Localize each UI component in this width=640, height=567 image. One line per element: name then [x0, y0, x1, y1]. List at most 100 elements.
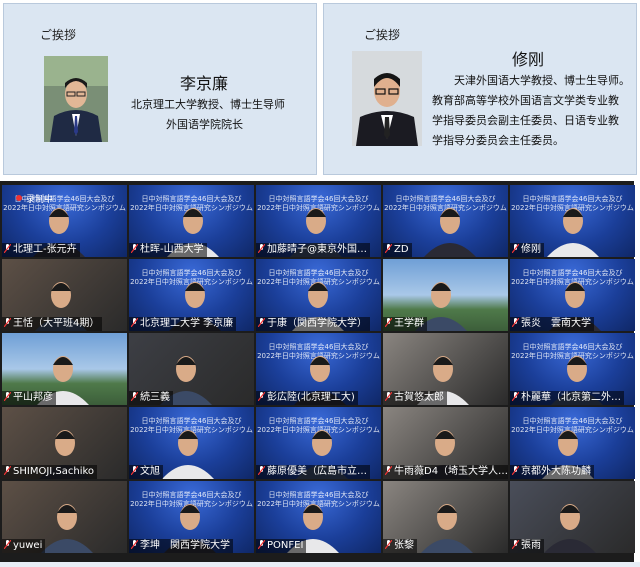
muted-mic-icon [4, 392, 11, 401]
participant-tile[interactable]: 日中対照言語学会46回大会及び 2022年日中対照言語研究シンポジウム 張炎 雲南大… [510, 259, 635, 331]
participant-name-label: 平山邦彦 [2, 391, 56, 405]
participant-name: 于康（関西学院大学） [267, 318, 367, 329]
muted-mic-icon [258, 318, 265, 327]
muted-mic-icon [512, 318, 519, 327]
participant-tile[interactable]: 日中対照言語学会46回大会及び 2022年日中対照言語研究シンポジウム 于康（関西学… [256, 259, 381, 331]
participant-name: 王学群 [394, 318, 424, 329]
participant-name-label: 彭広陸(北京理工大) [256, 391, 358, 405]
participant-tile[interactable]: 古賀悠太郎 [383, 333, 508, 405]
muted-mic-icon [258, 244, 265, 253]
participant-name: 牛雨薇D4（埼玉大学人… [394, 466, 508, 477]
participant-name-label: 于康（関西学院大学） [256, 317, 370, 331]
participant-name: 张黎 [394, 540, 414, 551]
participant-name-label: 李坤 関西学院大学 [129, 539, 233, 553]
muted-mic-icon [258, 466, 265, 475]
speaker-name: 修刚 [512, 50, 545, 69]
participant-name: 続三義 [140, 392, 170, 403]
muted-mic-icon [131, 466, 138, 475]
participant-name: 北京理工大学 李京廉 [140, 318, 234, 329]
participant-tile[interactable]: 日中対照言語学会46回大会及び 2022年日中対照言語研究シンポジウム 藤原優美（広… [256, 407, 381, 479]
participant-name-label: yuwei [2, 539, 46, 553]
speaker-title-line: 北京理工大学教授、博士生导师 [131, 98, 285, 111]
participant-name: 文旭 [140, 466, 160, 477]
participant-tile[interactable]: 日中対照言語学会46回大会及び 2022年日中対照言語研究シンポジウム 北理工-张元… [2, 185, 127, 257]
participant-name: 加藤晴子@東京外国… [267, 244, 367, 255]
muted-mic-icon [385, 540, 392, 549]
muted-mic-icon [512, 392, 519, 401]
participant-name-label: 藤原優美（広島市立… [256, 465, 370, 479]
participant-name: 李坤 関西学院大学 [140, 540, 230, 551]
participant-tile[interactable]: 日中対照言語学会46回大会及び 2022年日中対照言語研究シンポジウム PONFEI [256, 481, 381, 553]
participant-name-label: ZD [383, 243, 412, 257]
participant-name-label: 王恬（大平班4期） [2, 317, 103, 331]
participant-tile[interactable]: 日中対照言語学会46回大会及び 2022年日中対照言語研究シンポジウム 加藤晴子@東… [256, 185, 381, 257]
muted-mic-icon [131, 318, 138, 327]
participant-tile[interactable]: 日中対照言語学会46回大会及び 2022年日中対照言語研究シンポジウム 彭広陸(北京… [256, 333, 381, 405]
speaker-title-line: 学指导分委员会主任委员。 [432, 134, 564, 147]
participant-name-label: 古賀悠太郎 [383, 391, 447, 405]
participant-tile[interactable]: 王恬（大平班4期） [2, 259, 127, 331]
participant-tile[interactable]: 日中対照言語学会46回大会及び 2022年日中対照言語研究シンポジウム 文旭 [129, 407, 254, 479]
muted-mic-icon [385, 392, 392, 401]
recording-dot-icon [16, 195, 22, 201]
muted-mic-icon [385, 244, 392, 253]
participant-name: 朴麗華（北京第二外… [521, 392, 621, 403]
participant-name-label: 張雨 [510, 539, 544, 553]
participant-name-label: 张黎 [383, 539, 417, 553]
speaker-name: 李京廉 [180, 74, 229, 93]
participant-name: 王恬（大平班4期） [13, 318, 100, 329]
muted-mic-icon [4, 466, 11, 475]
participant-name: 平山邦彦 [13, 392, 53, 403]
participant-name-label: 杜晖-山西大学 [129, 243, 207, 257]
participant-tile[interactable]: 牛雨薇D4（埼玉大学人… [383, 407, 508, 479]
participant-tile[interactable]: 日中対照言語学会46回大会及び 2022年日中対照言語研究シンポジウム 修刚 [510, 185, 635, 257]
participant-tile[interactable]: 日中対照言語学会46回大会及び 2022年日中対照言語研究シンポジウム 朴麗華（北京… [510, 333, 635, 405]
muted-mic-icon [258, 392, 265, 401]
speaker-title-line: 教育部高等学校外国语言文学类专业教 [432, 94, 619, 107]
muted-mic-icon [512, 540, 519, 549]
participant-name-label: 続三義 [129, 391, 173, 405]
participant-tile[interactable]: 日中対照言語学会46回大会及び 2022年日中対照言語研究シンポジウム 北京理工大学… [129, 259, 254, 331]
participant-name: SHIMOJI,Sachiko [13, 466, 95, 477]
participant-tile[interactable]: 張雨 [510, 481, 635, 553]
muted-mic-icon [131, 244, 138, 253]
muted-mic-icon [4, 244, 11, 253]
participant-name-label: 張炎 雲南大学 [510, 317, 594, 331]
participant-name-label: 朴麗華（北京第二外… [510, 391, 624, 405]
participant-tile[interactable]: SHIMOJI,Sachiko [2, 407, 127, 479]
participant-tile[interactable]: 日中対照言語学会46回大会及び 2022年日中対照言語研究シンポジウム 李坤 関西学… [129, 481, 254, 553]
speaker-title-line: 外国语学院院长 [166, 118, 243, 131]
participant-name: 彭広陸(北京理工大) [267, 392, 355, 403]
participant-name: 杜晖-山西大学 [140, 244, 204, 255]
participant-name: 藤原優美（広島市立… [267, 466, 367, 477]
participant-name: 京都外大陈功麟 [521, 466, 591, 477]
portrait-photo [352, 51, 422, 146]
participant-tile[interactable]: 王学群 [383, 259, 508, 331]
muted-mic-icon [512, 244, 519, 253]
participant-name: PONFEI [267, 540, 304, 551]
greeting-card-xiu: ご挨拶 修刚 天津外国语大学教授、博士生导师。 教育部高等学校外国语言文学类专业… [323, 3, 637, 175]
participant-name-label: 牛雨薇D4（埼玉大学人… [383, 465, 508, 479]
participant-name: 修刚 [521, 244, 541, 255]
participant-tile[interactable]: 张黎 [383, 481, 508, 553]
participant-tile[interactable]: yuwei [2, 481, 127, 553]
participant-name: 北理工-张元卉 [13, 244, 77, 255]
participant-tile[interactable]: 日中対照言語学会46回大会及び 2022年日中対照言語研究シンポジウム 杜晖-山西大… [129, 185, 254, 257]
muted-mic-icon [258, 540, 265, 549]
participant-tile[interactable]: 続三義 [129, 333, 254, 405]
muted-mic-icon [131, 540, 138, 549]
muted-mic-icon [4, 540, 11, 549]
participant-tile[interactable]: 日中対照言語学会46回大会及び 2022年日中対照言語研究シンポジウム ZD [383, 185, 508, 257]
muted-mic-icon [131, 392, 138, 401]
muted-mic-icon [512, 466, 519, 475]
participant-name-label: 加藤晴子@東京外国… [256, 243, 370, 257]
muted-mic-icon [385, 466, 392, 475]
participant-name: 張雨 [521, 540, 541, 551]
portrait-photo [44, 56, 108, 142]
participant-name-label: SHIMOJI,Sachiko [2, 465, 98, 479]
speaker-title-line: 天津外国语大学教授、博士生导师。 [454, 74, 630, 87]
participant-tile[interactable]: 日中対照言語学会46回大会及び 2022年日中対照言語研究シンポジウム 京都外大陈功… [510, 407, 635, 479]
participant-tile[interactable]: 平山邦彦 [2, 333, 127, 405]
participant-name: 古賀悠太郎 [394, 392, 444, 403]
participant-name-label: 北京理工大学 李京廉 [129, 317, 237, 331]
